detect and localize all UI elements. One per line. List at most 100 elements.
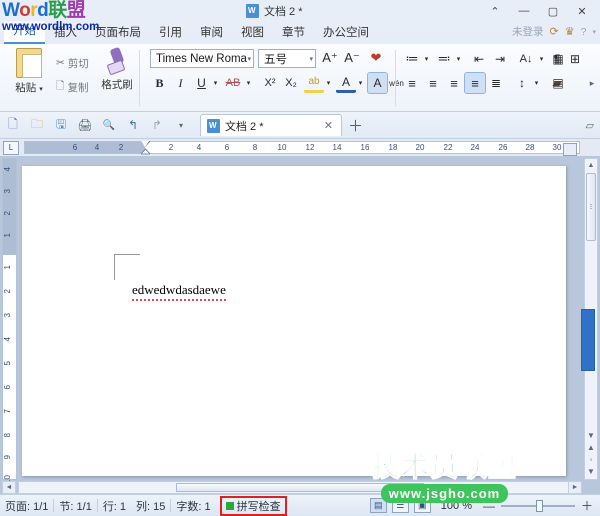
cut-button[interactable]: ✂ 剪切 (54, 54, 91, 72)
maximize-button[interactable]: ▢ (539, 1, 567, 21)
bold-button[interactable]: B (150, 73, 169, 93)
paste-button[interactable]: 粘贴 ▾ (8, 48, 50, 106)
minimize-button[interactable]: — (510, 1, 538, 21)
tab-view[interactable]: 视图 (232, 23, 273, 44)
customize-qat-button[interactable]: ▾ (170, 114, 192, 136)
tab-review[interactable]: 审阅 (191, 23, 232, 44)
paragraph-settings-button[interactable]: ▤ (548, 73, 568, 93)
new-tab-button[interactable]: ＋ (348, 115, 363, 136)
tab-chapter[interactable]: 章节 (273, 23, 314, 44)
sort-button[interactable]: A↓ (515, 49, 537, 68)
indent-marker[interactable] (140, 140, 151, 156)
view-print-layout-button[interactable]: ▤ (369, 498, 387, 513)
tab-references[interactable]: 引用 (150, 23, 191, 44)
print-preview-button[interactable]: 🔍 (98, 114, 120, 136)
line-spacing-button[interactable]: ↕ (512, 73, 532, 93)
chevron-down-icon[interactable]: ▾ (356, 73, 365, 93)
highlight-color-button[interactable]: ab (304, 73, 324, 93)
close-icon[interactable]: ✕ (320, 119, 337, 132)
scrollbar-thumb[interactable] (586, 173, 596, 241)
distribute-button[interactable]: ≣ (486, 73, 506, 93)
font-size-combobox[interactable]: 五号 ▾ (258, 49, 316, 68)
previous-page-button[interactable]: ▼ (587, 431, 595, 440)
chevron-down-icon[interactable]: ▾ (532, 73, 541, 93)
qat-right-icon[interactable]: ▱ (586, 119, 594, 132)
chevron-down-icon[interactable]: ▾ (324, 73, 333, 93)
print-button[interactable]: 🖨 (74, 114, 96, 136)
bullets-button[interactable]: ≔ (402, 49, 422, 68)
document-page[interactable]: edwedwdasdaewe (22, 166, 566, 476)
strikethrough-button[interactable]: AB (222, 73, 244, 93)
ruler-strip[interactable]: 6 4 2 2 4 6 8 10 12 14 16 18 20 22 24 26… (24, 140, 580, 156)
ribbon-expand-button[interactable]: ▸ (586, 74, 598, 92)
status-column[interactable]: 列: 15 (131, 498, 170, 514)
zoom-slider[interactable] (500, 499, 575, 512)
shrink-font-button[interactable]: A⁻ (342, 48, 362, 68)
redo-button[interactable]: ↱ (146, 114, 168, 136)
character-shading-button[interactable]: A (367, 72, 388, 94)
grow-font-button[interactable]: A⁺ (320, 48, 340, 68)
borders-button[interactable]: ⊞ (566, 49, 584, 68)
subscript-button[interactable]: X₂ (281, 73, 301, 93)
chevron-down-icon[interactable]: ▾ (244, 73, 253, 93)
zoom-slider-handle[interactable] (535, 499, 543, 512)
align-right-button[interactable]: ≡ (444, 73, 464, 93)
help-icon[interactable]: ? (581, 26, 587, 38)
hscrollbar-thumb[interactable] (176, 483, 424, 492)
tab-office-space[interactable]: 办公空间 (314, 23, 378, 44)
select-browse-object-button[interactable]: ◦ (590, 455, 593, 464)
login-status[interactable]: 未登录 (512, 24, 544, 39)
format-painter-button[interactable]: 格式刷 (97, 48, 137, 106)
tab-page-layout[interactable]: 页面布局 (86, 23, 150, 44)
decrease-indent-button[interactable]: ⇤ (469, 49, 489, 68)
clear-formatting-icon[interactable]: ❤ (366, 48, 386, 68)
chevron-down-icon[interactable]: ▾ (211, 73, 220, 93)
document-tab[interactable]: 文档 2 * ✕ (200, 114, 342, 136)
show-marks-button[interactable]: ¶ (548, 49, 566, 68)
superscript-button[interactable]: X² (260, 73, 280, 93)
italic-button[interactable]: I (171, 73, 190, 93)
status-word-count[interactable]: 字数: 1 (171, 498, 215, 514)
scroll-up-button[interactable]: ▲ (585, 159, 597, 172)
close-button[interactable]: ✕ (568, 1, 596, 21)
chevron-down-icon[interactable]: ▾ (454, 49, 463, 68)
spellcheck-button[interactable]: 拼写检查 (219, 495, 287, 516)
zoom-in-button[interactable]: ＋ (580, 497, 594, 514)
tab-start[interactable]: 开始 (4, 21, 45, 44)
new-document-button[interactable]: 🗋 (2, 114, 24, 136)
next-page-button[interactable]: ▼ (587, 467, 595, 476)
open-document-button[interactable]: 🗀 (26, 114, 48, 136)
view-outline-button[interactable]: ☰ (391, 498, 409, 513)
view-web-layout-button[interactable]: ▣ (413, 498, 431, 513)
chevron-down-icon[interactable]: ▾ (537, 49, 546, 68)
document-text[interactable]: edwedwdasdaewe (132, 282, 226, 301)
collapse-ribbon-button[interactable]: ⌃ (481, 1, 509, 21)
browse-up-button[interactable]: ▲ (587, 443, 595, 452)
status-section[interactable]: 节: 1/1 (54, 498, 96, 514)
ruler-end-marker[interactable] (563, 143, 577, 156)
shield-icon[interactable]: ♛ (565, 25, 575, 38)
vertical-scrollbar[interactable]: ▲ ▼ ▲ ◦ ▼ (581, 158, 598, 480)
horizontal-scrollbar[interactable] (18, 481, 582, 494)
status-page[interactable]: 页面: 1/1 (0, 498, 53, 514)
zoom-level-label[interactable]: 100 % (436, 500, 477, 512)
align-left-button[interactable]: ≡ (402, 73, 422, 93)
font-name-combobox[interactable]: Times New Roma ▾ (150, 49, 254, 68)
justify-button[interactable]: ≡ (464, 72, 486, 94)
tab-stop-selector[interactable]: L (3, 140, 19, 155)
scroll-right-button[interactable]: ► (568, 481, 582, 494)
zoom-out-button[interactable]: — (482, 499, 496, 513)
sync-icon[interactable]: ⟳ (550, 25, 559, 38)
vertical-ruler[interactable]: 4 3 2 1 1 2 3 4 5 6 7 8 9 10 (2, 158, 17, 484)
undo-button[interactable]: ↰ (122, 114, 144, 136)
tab-insert[interactable]: 插入 (45, 23, 86, 44)
underline-button[interactable]: U (192, 73, 211, 93)
align-center-button[interactable]: ≡ (423, 73, 443, 93)
numbering-button[interactable]: ≕ (434, 49, 454, 68)
save-button[interactable]: 🖫 (50, 114, 72, 136)
font-color-button[interactable]: A (336, 73, 356, 93)
copy-button[interactable]: 🗋 复制 (54, 78, 90, 96)
chevron-down-icon[interactable]: ▾ (592, 28, 596, 36)
status-line[interactable]: 行: 1 (98, 498, 131, 514)
increase-indent-button[interactable]: ⇥ (490, 49, 510, 68)
